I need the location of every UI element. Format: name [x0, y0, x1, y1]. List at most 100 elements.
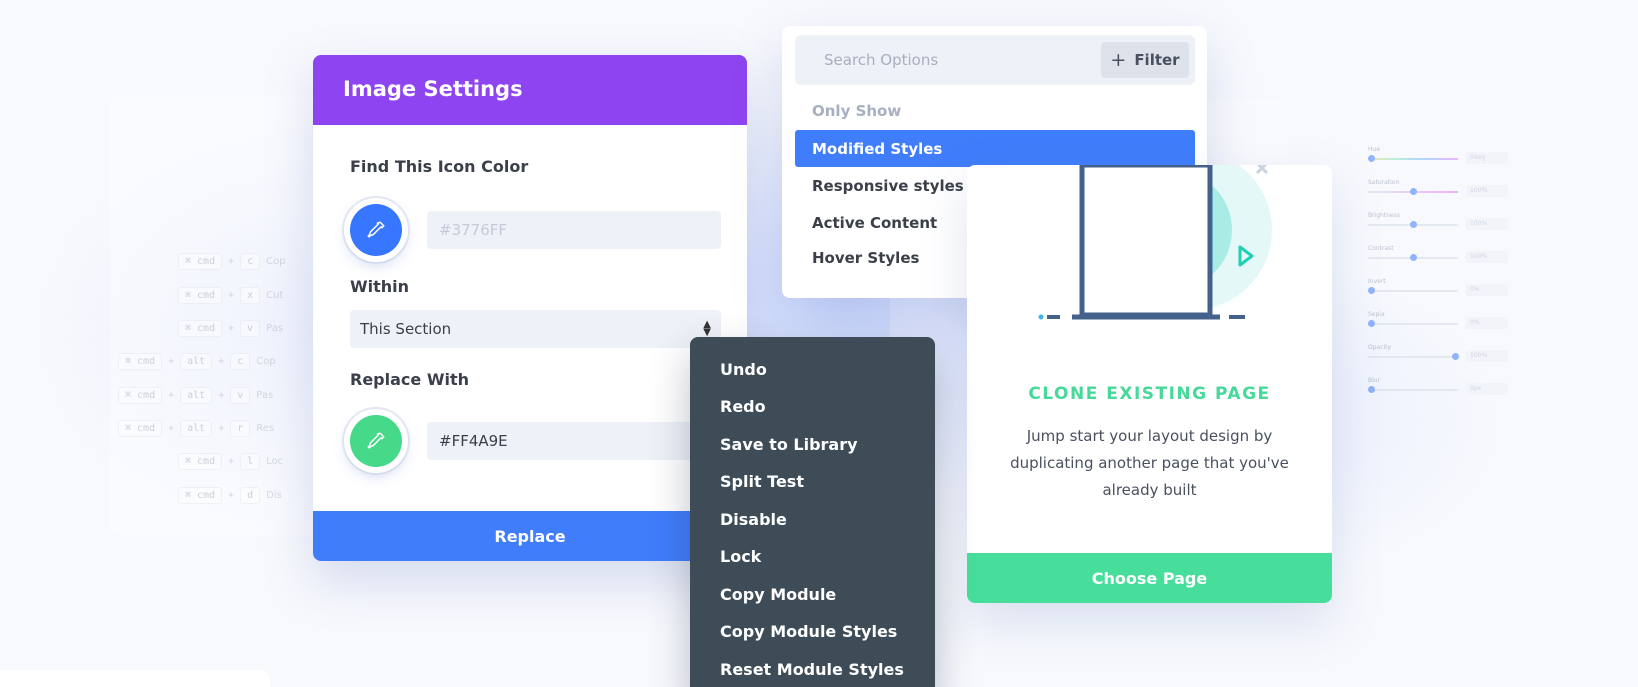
plus-sign: +	[228, 456, 235, 467]
select-arrows-icon: ▲ ▼	[703, 319, 711, 338]
slider-track[interactable]	[1368, 290, 1458, 292]
search-bar: + Filter	[795, 35, 1195, 85]
shortcut-label: Cop	[266, 256, 286, 267]
slider-knob[interactable]	[1410, 254, 1417, 261]
shortcut-label: Pas	[266, 323, 284, 334]
shortcut-row: ⌘ cmd + v Pas	[178, 320, 283, 337]
shortcut-key: ⌘ cmd	[118, 387, 163, 404]
slider-knob[interactable]	[1367, 320, 1375, 327]
slider-value[interactable]: 0px	[1466, 383, 1508, 395]
within-select-value: This Section	[360, 320, 452, 338]
find-color-input[interactable]: #3776FF	[427, 211, 721, 249]
replace-with-label: Replace With	[350, 370, 469, 389]
modal-title: Image Settings	[313, 55, 747, 125]
shortcut-key: alt	[180, 387, 213, 404]
clone-description: Jump start your layout design by duplica…	[1010, 427, 1289, 499]
eyedropper-icon	[367, 432, 385, 449]
shortcut-label: Res	[256, 423, 275, 434]
slider-value[interactable]: 0%	[1466, 317, 1508, 329]
slider-row: Hue 0deg	[1367, 146, 1508, 168]
find-color-picker[interactable]	[350, 204, 402, 256]
shortcut-key: v	[230, 387, 251, 404]
shortcut-key: ⌘ cmd	[178, 253, 223, 270]
slider-knob[interactable]	[1410, 188, 1417, 195]
shortcut-key: c	[230, 353, 251, 370]
context-menu: Undo Redo Save to Library Split Test Dis…	[690, 337, 935, 687]
shortcut-key: ⌘ cmd	[178, 287, 223, 304]
slider-value[interactable]: 100%	[1466, 218, 1508, 230]
option-modified-styles[interactable]: Modified Styles	[795, 130, 1195, 167]
plus-sign: +	[228, 323, 235, 334]
choose-page-button[interactable]: Choose Page	[967, 553, 1332, 603]
shortcut-key: c	[240, 253, 261, 270]
slider-track[interactable]	[1368, 356, 1458, 358]
slider-row: Sepia 0%	[1367, 311, 1508, 333]
replace-color-input[interactable]: #FF4A9E	[427, 422, 721, 460]
shortcut-row: ⌘ cmd + alt + v Pas	[118, 387, 273, 404]
plus-icon: +	[1110, 49, 1127, 71]
replace-color-picker[interactable]	[350, 415, 402, 467]
slider-knob[interactable]	[1367, 386, 1375, 393]
shortcut-key: x	[240, 287, 261, 304]
menu-item-redo[interactable]: Redo	[720, 397, 766, 416]
only-show-label: Only Show	[812, 102, 902, 120]
shortcut-row: ⌘ cmd + d Dis	[178, 487, 282, 504]
plus-sign: +	[218, 390, 225, 401]
shortcut-key: ⌘ cmd	[118, 353, 163, 370]
shortcut-key: v	[240, 320, 261, 337]
menu-item-lock[interactable]: Lock	[720, 547, 761, 566]
shortcut-label: Pas	[256, 390, 274, 401]
shortcut-label: Cut	[266, 290, 284, 301]
slider-value[interactable]: 100%	[1466, 185, 1508, 197]
plus-sign: +	[228, 290, 235, 301]
slider-knob[interactable]	[1367, 155, 1375, 162]
slider-value[interactable]: 100%	[1466, 251, 1508, 263]
menu-item-split-test[interactable]: Split Test	[720, 472, 804, 491]
eyedropper-icon	[367, 221, 385, 238]
shortcut-key: ⌘ cmd	[118, 420, 163, 437]
slider-track[interactable]	[1368, 323, 1458, 325]
slider-knob[interactable]	[1452, 353, 1460, 360]
filter-button[interactable]: + Filter	[1101, 42, 1189, 78]
plus-sign: +	[168, 390, 175, 401]
shortcut-label: Dis	[266, 490, 282, 501]
shortcut-row: ⌘ cmd + alt + r Res	[118, 420, 274, 437]
slider-value[interactable]: 0%	[1466, 284, 1508, 296]
shortcut-row: ⌘ cmd + x Cut	[178, 287, 283, 304]
shortcut-label: Cop	[256, 356, 276, 367]
slider-row: Invert 0%	[1367, 278, 1508, 300]
replace-button[interactable]: Replace	[313, 511, 747, 561]
menu-item-reset-module-styles[interactable]: Reset Module Styles	[720, 660, 904, 679]
slider-track[interactable]	[1368, 158, 1458, 160]
find-color-label: Find This Icon Color	[350, 157, 529, 176]
menu-item-copy-module-styles[interactable]: Copy Module Styles	[720, 622, 897, 641]
slider-knob[interactable]	[1410, 221, 1417, 228]
menu-item-disable[interactable]: Disable	[720, 510, 787, 529]
plus-sign: +	[218, 356, 225, 367]
slider-value[interactable]: 0deg	[1466, 152, 1508, 164]
slider-row: Opacity 100%	[1368, 344, 1508, 366]
slider-value[interactable]: 100%	[1466, 350, 1508, 362]
shortcut-key: r	[230, 420, 251, 437]
shortcut-row: ⌘ cmd + c Cop	[178, 253, 286, 270]
slider-track[interactable]	[1368, 389, 1458, 391]
shortcut-row: ⌘ cmd + alt + c Cop	[118, 353, 276, 370]
slider-knob[interactable]	[1367, 287, 1375, 294]
image-settings-modal: Image Settings Find This Icon Color #377…	[313, 55, 747, 561]
plus-sign: +	[228, 490, 235, 501]
menu-item-undo[interactable]: Undo	[720, 360, 767, 379]
search-input[interactable]	[807, 45, 1077, 75]
within-select[interactable]: This Section ▲ ▼	[350, 310, 721, 348]
shortcut-label: Loc	[266, 456, 284, 467]
menu-item-save-to-library[interactable]: Save to Library	[720, 435, 858, 454]
menu-item-copy-module[interactable]: Copy Module	[720, 585, 836, 604]
within-label: Within	[350, 277, 410, 296]
shortcut-key: ⌘ cmd	[178, 320, 223, 337]
shortcut-key: l	[240, 453, 261, 470]
plus-sign: +	[168, 356, 175, 367]
slider-row: Contrast 100%	[1368, 245, 1508, 267]
slider-row: Brightness 100%	[1368, 212, 1508, 234]
shortcut-key: alt	[180, 420, 213, 437]
laptop-illustration	[1038, 165, 1272, 320]
clone-title: CLONE EXISTING PAGE	[1028, 384, 1271, 404]
